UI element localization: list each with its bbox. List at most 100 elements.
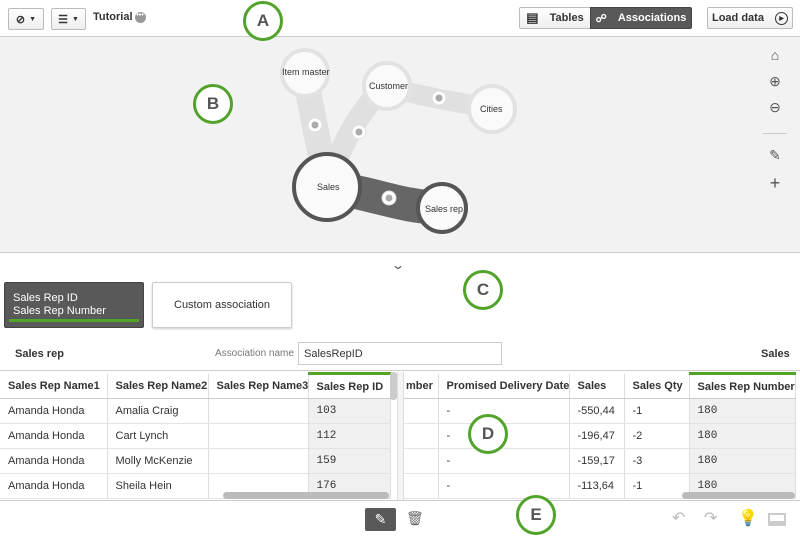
column-header[interactable]: mber (404, 373, 439, 399)
cell: 180 (689, 423, 796, 449)
column-header[interactable]: Sales Rep Name3 (208, 373, 309, 399)
undo-icon[interactable]: ↶ (672, 508, 685, 528)
annotation-label: E (530, 505, 542, 524)
left-table-name: Sales rep (15, 348, 64, 360)
list-icon: ☰ (58, 13, 68, 26)
chevron-down-icon: ▼ (71, 15, 79, 23)
column-header[interactable]: Sales Qty (624, 373, 690, 399)
cell: 112 (308, 423, 391, 449)
global-menu-button[interactable]: ☰ ▼ (51, 8, 86, 30)
node-label-cities[interactable]: Cities (480, 104, 503, 114)
left-vertical-scrollbar[interactable] (390, 372, 397, 400)
node-label-sales[interactable]: Sales (317, 182, 340, 192)
cell: -196,47 (569, 423, 625, 449)
column-header[interactable]: Sales (569, 373, 625, 399)
cell (208, 448, 309, 474)
cell: - (438, 448, 570, 474)
annotation-a: A (243, 1, 283, 41)
association-name-input[interactable] (298, 342, 502, 365)
cell: 159 (308, 448, 391, 474)
custom-association-button[interactable]: Custom association (152, 282, 292, 328)
add-icon[interactable]: + (766, 173, 784, 193)
cell: -159,17 (569, 448, 625, 474)
redo-icon[interactable]: ↷ (704, 508, 717, 528)
zoom-out-icon[interactable]: ⊖ (766, 99, 784, 117)
annotation-b: B (193, 84, 233, 124)
table-header-row: mber Promised Delivery Date Sales Sales … (404, 372, 796, 399)
bottom-toolbar: ✎ 🗑 ↶ ↷ 💡 (0, 500, 800, 536)
cell: 103 (308, 398, 391, 424)
annotation-label: B (206, 94, 220, 113)
node-label-item-master[interactable]: Item master (282, 67, 330, 77)
cell: Amanda Honda (0, 423, 108, 449)
tables-label: Tables (549, 12, 584, 24)
divider (763, 133, 787, 134)
table-row: Amanda Honda Molly McKenzie 159 (0, 448, 391, 474)
association-card-selected[interactable]: Sales Rep ID Sales Rep Number (4, 282, 144, 328)
app-title-text: Tutorial (93, 11, 133, 23)
column-header-key[interactable]: Sales Rep Number (689, 372, 796, 399)
collapse-chevron-icon[interactable]: ⌄ (391, 258, 405, 272)
association-canvas[interactable]: Item master Customer Cities Sales Sales … (0, 37, 800, 253)
selected-indicator (9, 319, 139, 322)
chevron-down-icon: ▼ (29, 15, 37, 23)
panel-toggle-icon[interactable] (768, 513, 786, 526)
cell: Amanda Honda (0, 448, 108, 474)
cell (404, 423, 439, 449)
right-horizontal-scrollbar[interactable] (682, 492, 795, 499)
annotation-label: A (256, 11, 270, 30)
cell: -113,64 (569, 473, 625, 499)
association-graph (280, 48, 517, 234)
associations-label: Associations (617, 12, 687, 24)
cell: Molly McKenzie (107, 448, 209, 474)
node-label-customer[interactable]: Customer (369, 81, 408, 91)
cell: -550,44 (569, 398, 625, 424)
magic-wand-icon[interactable]: ✎ (766, 147, 784, 165)
table-row: Amanda Honda Cart Lynch 112 (0, 423, 391, 449)
cell: Amanda Honda (0, 398, 108, 424)
top-toolbar: ⊘ ▼ ☰ ▼ Tutorial ••• ▤ Tables ☍ Association… (0, 0, 800, 37)
cell: -1 (624, 473, 690, 499)
associations-icon: ☍ (595, 12, 607, 25)
annotation-e: E (516, 495, 556, 535)
table-icon: ▤ (526, 10, 539, 25)
navigation-menu-button[interactable]: ⊘ ▼ (8, 8, 44, 30)
node-label-sales-rep[interactable]: Sales rep (425, 204, 463, 214)
column-header-key[interactable]: Sales Rep ID (308, 372, 391, 399)
annotation-label: D (481, 424, 495, 443)
left-data-table: Sales Rep Name1 Sales Rep Name2 Sales Re… (0, 372, 391, 499)
left-horizontal-scrollbar[interactable] (223, 492, 389, 499)
load-data-label: Load data (711, 12, 764, 24)
edit-button[interactable]: ✎ (365, 508, 396, 531)
cell: -3 (624, 448, 690, 474)
cell (404, 398, 439, 424)
play-icon: ▶ (775, 11, 788, 25)
association-name-label: Association name (215, 348, 294, 359)
tab-associations[interactable]: ☍ Associations (590, 7, 692, 29)
table-row: Amanda Honda Amalia Craig 103 (0, 398, 391, 424)
table-header-row: Sales Rep Name1 Sales Rep Name2 Sales Re… (0, 372, 391, 399)
more-icon[interactable]: ••• (134, 11, 146, 23)
right-table-name: Sales (761, 348, 790, 360)
zoom-in-icon[interactable]: ⊕ (766, 73, 784, 91)
lightbulb-icon[interactable]: 💡 (738, 508, 758, 528)
home-icon[interactable]: ⌂ (766, 47, 784, 65)
column-header[interactable]: Sales Rep Name2 (107, 373, 209, 399)
column-header[interactable]: Sales Rep Name1 (0, 373, 108, 399)
cell: -2 (624, 423, 690, 449)
cell: Sheila Hein (107, 473, 209, 499)
cell: - (438, 473, 570, 499)
compass-icon: ⊘ (15, 13, 26, 26)
custom-association-label: Custom association (174, 299, 270, 311)
card-field-1: Sales Rep ID (13, 292, 78, 304)
cell: 180 (689, 448, 796, 474)
delete-icon[interactable]: 🗑 (406, 510, 424, 527)
cell: Amalia Craig (107, 398, 209, 424)
annotation-label: C (476, 280, 490, 299)
tab-tables[interactable]: ▤ Tables (519, 7, 591, 29)
panel-divider (397, 372, 404, 500)
load-data-button[interactable]: Load data ▶ (707, 7, 793, 29)
cell (404, 448, 439, 474)
column-header[interactable]: Promised Delivery Date (438, 373, 570, 399)
cell (208, 398, 309, 424)
